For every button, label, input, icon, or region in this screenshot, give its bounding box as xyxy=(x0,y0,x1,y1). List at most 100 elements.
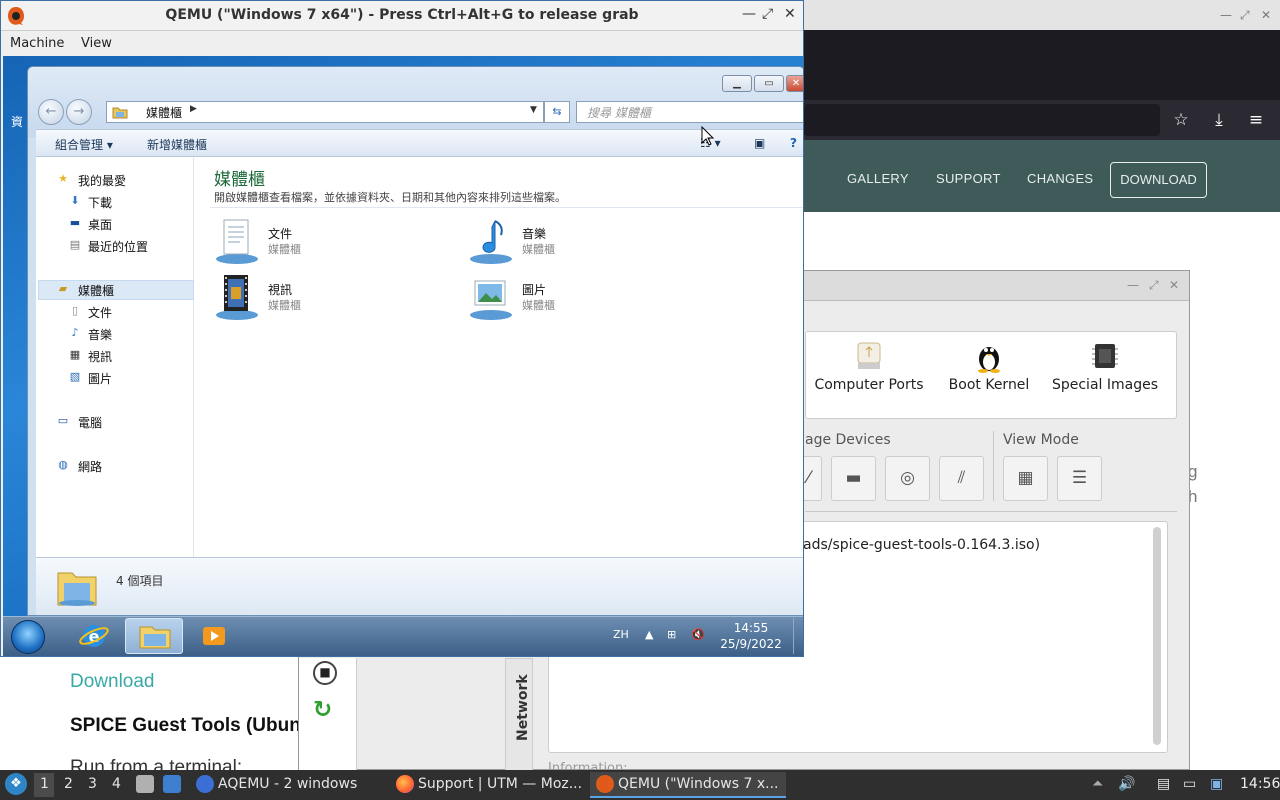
view-mode-heading: View Mode xyxy=(1003,432,1079,448)
show-desktop-icon[interactable] xyxy=(163,775,181,793)
library-item-videos[interactable]: 視訊 媒體櫃 xyxy=(214,273,414,323)
taskbar-media-player-button[interactable] xyxy=(185,618,243,654)
navigation-pane xyxy=(36,157,194,557)
stop-icon[interactable]: ■ xyxy=(313,661,337,685)
usb-drive-button[interactable]: ⫽ xyxy=(939,456,984,501)
menu-machine[interactable]: Machine xyxy=(10,36,64,51)
nav-desktop[interactable]: 桌面 xyxy=(88,216,112,233)
nav-downloads[interactable]: 下載 xyxy=(88,194,112,211)
nav-recent[interactable]: 最近的位置 xyxy=(88,238,148,255)
nav-documents[interactable]: 文件 xyxy=(88,304,112,321)
workspace-2[interactable]: 2 xyxy=(64,776,73,792)
nav-libraries[interactable]: 媒體櫃 xyxy=(78,282,114,299)
task-label: Support | UTM — Moz... xyxy=(418,776,583,792)
icon-view-button[interactable]: ▦ xyxy=(1003,456,1048,501)
list-view-button[interactable]: ☰ xyxy=(1057,456,1102,501)
tray-arrow-icon[interactable]: ⏶ xyxy=(1092,776,1103,792)
organize-button[interactable]: 組合管理 ▾ xyxy=(55,136,113,153)
nav-support-link[interactable]: SUPPORT xyxy=(936,171,1001,186)
menu-view[interactable]: View xyxy=(81,36,112,51)
forward-button[interactable]: → xyxy=(66,99,92,125)
explorer-minimize-button[interactable]: ▁ xyxy=(722,75,752,92)
desktop-icon-label[interactable]: 資 xyxy=(11,113,23,130)
taskbar-ie-button[interactable]: e xyxy=(65,618,123,654)
tool-label: Computer Ports xyxy=(814,377,924,393)
library-item-documents[interactable]: 文件 媒體櫃 xyxy=(214,217,414,267)
divider xyxy=(805,511,1177,512)
library-type: 媒體櫃 xyxy=(268,243,301,256)
chevron-down-icon[interactable]: ▼ xyxy=(530,105,537,115)
refresh-icon[interactable]: ⇆ xyxy=(544,101,570,123)
grid-view-icon: ▦ xyxy=(1017,468,1034,488)
library-item-pictures[interactable]: 圖片 媒體櫃 xyxy=(468,273,668,323)
pictures-library-icon xyxy=(470,280,512,320)
library-item-music[interactable]: 音樂 媒體櫃 xyxy=(468,217,668,267)
taskbar-explorer-button[interactable] xyxy=(125,618,183,654)
network-monitor-icon[interactable]: ▭ xyxy=(1183,776,1196,792)
url-bar[interactable] xyxy=(804,104,1160,136)
clipboard-icon[interactable]: ▤ xyxy=(1157,776,1170,792)
explorer-maximize-button[interactable]: ▭ xyxy=(754,75,784,92)
downloads-icon[interactable]: ⤓ xyxy=(1207,108,1231,132)
vertical-scrollbar[interactable] xyxy=(1153,527,1161,745)
library-name: 文件 xyxy=(268,227,293,241)
file-manager-icon[interactable] xyxy=(136,775,154,793)
update-notifier-icon[interactable]: ▣ xyxy=(1210,776,1223,792)
download-link[interactable]: Download xyxy=(70,671,155,693)
pencil-icon: ⁄ xyxy=(807,468,810,488)
workspace-3[interactable]: 3 xyxy=(88,776,97,792)
back-button[interactable]: ← xyxy=(38,99,64,125)
nav-computer[interactable]: 電腦 xyxy=(78,414,102,431)
menu-hamburger-icon[interactable]: ≡ xyxy=(1244,108,1268,132)
workspace-4[interactable]: 4 xyxy=(112,776,121,792)
chip-icon xyxy=(1045,341,1165,375)
host-clock[interactable]: 14:56 xyxy=(1240,776,1280,792)
nav-music[interactable]: 音樂 xyxy=(88,326,112,343)
maximize-icon[interactable]: ⤢ xyxy=(1240,8,1250,23)
nav-gallery-link[interactable]: GALLERY xyxy=(847,171,909,186)
maximize-icon[interactable]: ⤢ xyxy=(762,6,773,22)
help-icon[interactable]: ? xyxy=(790,136,797,150)
nav-favorites[interactable]: 我的最愛 xyxy=(78,172,126,189)
nav-changes-link[interactable]: CHANGES xyxy=(1027,171,1093,186)
minimize-icon[interactable]: — xyxy=(1127,278,1139,292)
app-menu-icon[interactable]: ❖ xyxy=(5,773,27,795)
volume-icon[interactable]: 🔊 xyxy=(1118,776,1135,792)
guest-display[interactable]: 資 ▁ ▭ ✕ ← → 媒體櫃 ▶ ▼ ⇆ 搜尋 媒體櫃 組合管理 ▾ 新增媒體… xyxy=(3,56,803,656)
nav-videos[interactable]: 視訊 xyxy=(88,348,112,365)
boot-kernel-button[interactable]: Boot Kernel xyxy=(929,341,1049,393)
cdrom-button[interactable]: ◎ xyxy=(885,456,930,501)
bookmark-star-icon[interactable]: ☆ xyxy=(1169,108,1193,132)
breadcrumb-arrow-icon[interactable]: ▶ xyxy=(190,104,197,114)
cdrom-icon: ◎ xyxy=(900,468,915,488)
videos-icon: ▦ xyxy=(69,348,81,361)
preview-pane-icon[interactable]: ▣ xyxy=(754,136,765,150)
show-desktop-button[interactable] xyxy=(793,618,801,654)
hard-disk-button[interactable]: ▬ xyxy=(831,456,876,501)
computer-ports-button[interactable]: Computer Ports xyxy=(809,341,929,393)
language-indicator[interactable]: ZH xyxy=(613,628,629,641)
minimize-icon[interactable]: — xyxy=(1220,8,1232,22)
network-tray-icon[interactable]: ⊞ xyxy=(667,628,676,641)
libraries-folder-icon xyxy=(57,572,97,606)
new-library-button[interactable]: 新增媒體櫃 xyxy=(147,136,207,153)
guest-clock[interactable]: 14:55 25/9/2022 xyxy=(711,620,791,652)
close-icon[interactable]: ✕ xyxy=(1169,278,1179,292)
explorer-close-button[interactable]: ✕ xyxy=(786,75,803,92)
refresh-icon[interactable]: ↻ xyxy=(313,697,332,723)
nav-download-button[interactable]: DOWNLOAD xyxy=(1110,162,1207,198)
minimize-icon[interactable]: — xyxy=(742,6,756,22)
maximize-icon[interactable]: ⤢ xyxy=(1149,278,1159,293)
network-icon: ◍ xyxy=(58,458,68,471)
nav-network[interactable]: 網路 xyxy=(78,458,102,475)
volume-muted-icon[interactable]: 🔇 xyxy=(691,628,705,641)
qemu-titlebar: QEMU ("Windows 7 x64") - Press Ctrl+Alt+… xyxy=(1,1,803,31)
start-button[interactable] xyxy=(11,620,45,654)
special-images-button[interactable]: Special Images xyxy=(1045,341,1165,393)
close-icon[interactable]: ✕ xyxy=(1261,8,1271,22)
nav-pictures[interactable]: 圖片 xyxy=(88,370,112,387)
show-hidden-icons[interactable]: ▲ xyxy=(645,628,653,641)
aqemu-icon xyxy=(196,775,214,793)
close-icon[interactable]: ✕ xyxy=(784,6,796,22)
workspace-1[interactable]: 1 xyxy=(40,776,49,792)
